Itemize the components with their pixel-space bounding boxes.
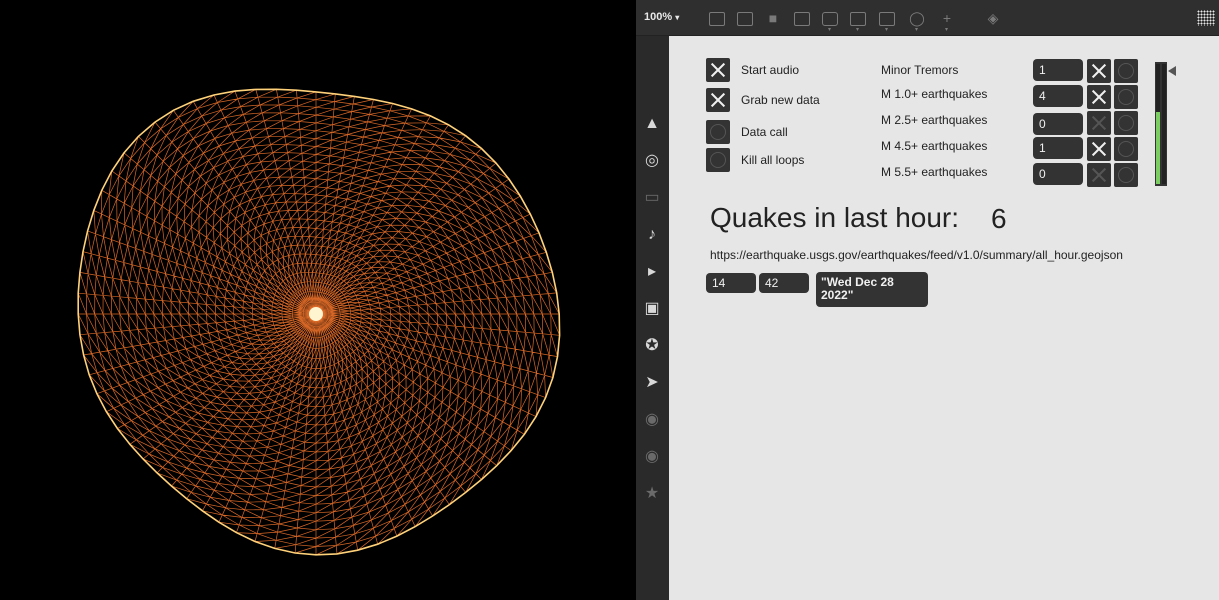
category-toggle[interactable] <box>1087 59 1111 83</box>
paperclip-icon[interactable]: ✪ <box>642 336 662 356</box>
toggle-icon[interactable] <box>791 8 813 28</box>
feed-url: https://earthquake.usgs.gov/earthquakes/… <box>710 248 1123 262</box>
kill-all-loops-label: Kill all loops <box>741 153 805 167</box>
category-count[interactable]: 0 <box>1033 163 1083 185</box>
category-button[interactable] <box>1114 163 1138 187</box>
button-icon[interactable]: ▾ <box>819 8 841 33</box>
kill-all-loops-button[interactable] <box>706 148 730 172</box>
category-toggle[interactable] <box>1087 163 1111 187</box>
category-count[interactable]: 0 <box>1033 113 1083 135</box>
start-audio-label: Start audio <box>741 63 800 77</box>
start-audio-toggle[interactable] <box>706 58 730 82</box>
video-icon[interactable]: ▭ <box>642 188 662 208</box>
function-icon[interactable]: ◉ <box>642 447 662 467</box>
grid-icon[interactable] <box>1197 10 1215 26</box>
category-label: M 1.0+ earthquakes <box>881 87 988 101</box>
plug-icon[interactable]: ➤ <box>642 373 662 393</box>
category-toggle[interactable] <box>1087 137 1111 161</box>
hour-box[interactable]: 14 <box>706 273 756 293</box>
sphere-visualization <box>0 0 636 600</box>
music-note-icon[interactable]: ♪ <box>642 225 662 245</box>
patch-canvas: Start audio Grab new data Data call Kill… <box>669 36 1219 600</box>
category-count[interactable]: 1 <box>1033 59 1083 81</box>
category-button[interactable] <box>1114 111 1138 135</box>
category-button[interactable] <box>1114 137 1138 161</box>
data-call-label: Data call <box>741 125 788 139</box>
category-label: M 2.5+ earthquakes <box>881 113 988 127</box>
message-icon[interactable]: ▾ <box>847 8 869 33</box>
vst-icon[interactable]: ◉ <box>642 410 662 430</box>
category-toggle[interactable] <box>1087 111 1111 135</box>
category-count[interactable]: 1 <box>1033 137 1083 159</box>
paint-bucket-icon[interactable]: ◈ <box>982 8 1004 28</box>
category-count[interactable]: 4 <box>1033 85 1083 107</box>
category-label: M 4.5+ earthquakes <box>881 139 988 153</box>
presentation-icon[interactable] <box>706 8 728 28</box>
comment-icon[interactable]: ■ <box>762 8 784 28</box>
toolbar: 100% ▾ ■ ▾ ▾ ▾ ◯ ▾ + ▾ ◈ <box>636 0 1219 36</box>
target-icon[interactable]: ◎ <box>642 151 662 171</box>
star-icon[interactable]: ★ <box>642 484 662 504</box>
category-button[interactable] <box>1114 85 1138 109</box>
cube-icon[interactable]: ▲ <box>642 114 662 134</box>
grab-new-data-toggle[interactable] <box>706 88 730 112</box>
wireframe-sphere <box>77 88 561 556</box>
panel-icon[interactable] <box>734 8 756 28</box>
data-call-button[interactable] <box>706 120 730 144</box>
dial-icon[interactable]: ◯ ▾ <box>906 8 928 33</box>
meter-pointer-icon[interactable] <box>1168 66 1176 76</box>
grab-new-data-label: Grab new data <box>741 93 820 107</box>
category-toggle[interactable] <box>1087 85 1111 109</box>
left-sidebar: ▲ ◎ ▭ ♪ ▸ ▣ ✪ ➤ ◉ ◉ ★ <box>636 36 669 600</box>
minute-box[interactable]: 42 <box>759 273 809 293</box>
quake-count: 6 <box>991 203 1007 234</box>
category-button[interactable] <box>1114 59 1138 83</box>
slider-icon[interactable]: ▾ <box>876 8 898 33</box>
zoom-menu[interactable]: 100% ▾ <box>644 11 679 23</box>
sequence-icon[interactable]: ▸ <box>642 262 662 282</box>
quakes-headline: Quakes in last hour: <box>710 202 960 233</box>
add-object-icon[interactable]: + ▾ <box>936 8 958 33</box>
category-label: M 5.5+ earthquakes <box>881 165 988 179</box>
patcher-window: 100% ▾ ■ ▾ ▾ ▾ ◯ ▾ + ▾ ◈ ▲ ◎ ▭ ♪ ▸ ▣ ✪ ➤ ◉… <box>636 0 1219 600</box>
level-meter[interactable] <box>1155 62 1167 186</box>
category-label: Minor Tremors <box>881 63 959 77</box>
date-box[interactable]: "Wed Dec 28 2022" <box>816 272 928 307</box>
image-icon[interactable]: ▣ <box>642 299 662 319</box>
